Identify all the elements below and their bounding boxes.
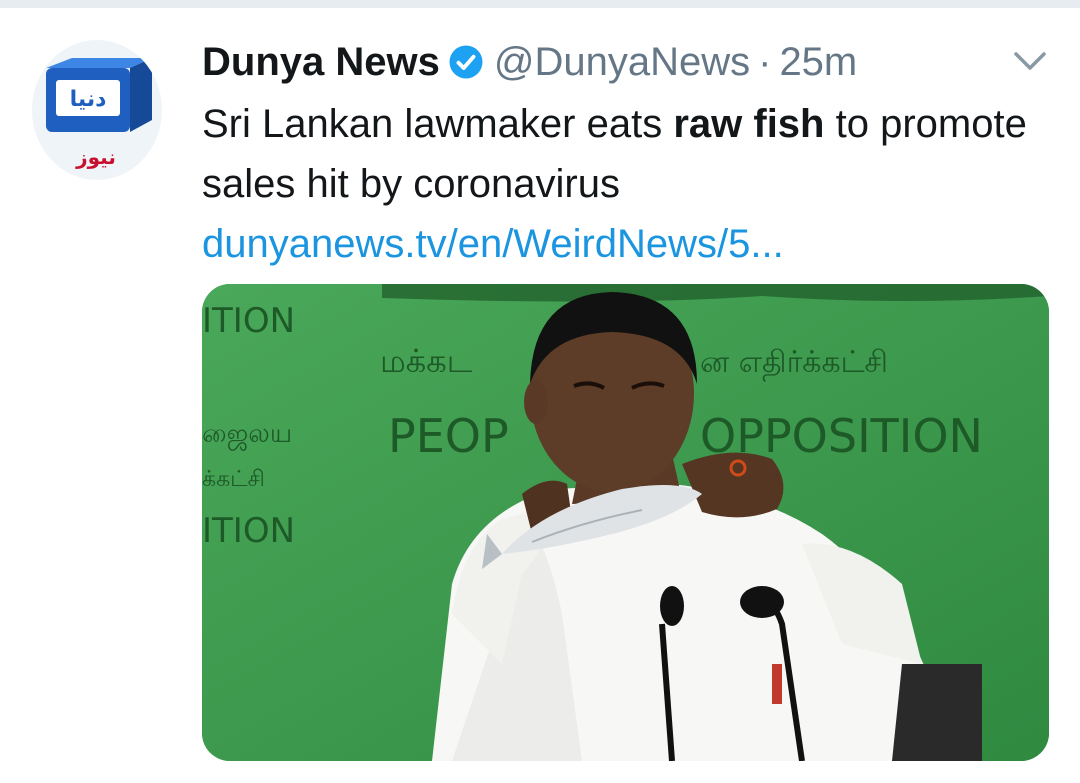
tweet-text: Sri Lankan lawmaker eats raw fish to pro…	[202, 94, 1042, 274]
tweet-link[interactable]: dunyanews.tv/en/WeirdNews/5...	[202, 222, 784, 266]
tweet-media-photo[interactable]: ITION மக்கட ன எதிர்க்கட்சி ஜைலய PEOP OPP…	[202, 284, 1049, 761]
tweet-text-part-1: Sri Lankan lawmaker eats	[202, 102, 674, 146]
chevron-down-icon[interactable]	[1010, 46, 1050, 74]
dunya-logo: دنیا نیوز	[46, 58, 152, 169]
separator-dot: ·	[758, 39, 772, 84]
verified-badge-icon	[449, 45, 483, 79]
top-divider	[0, 0, 1080, 8]
backdrop-text-8: ITION	[202, 511, 295, 551]
backdrop-text-2: மக்கட	[380, 342, 473, 380]
avatar-logo-text: دنیا	[70, 87, 107, 112]
backdrop-text-3: ன எதிர்க்கட்சி	[700, 345, 888, 382]
avatar[interactable]: دنیا نیوز	[32, 40, 162, 180]
tweet-header: Dunya News @DunyaNews · 25m	[202, 38, 857, 86]
tweet-text-bold: raw fish	[673, 102, 825, 146]
display-name[interactable]: Dunya News	[202, 40, 440, 85]
tweet-timestamp[interactable]: 25m	[779, 40, 857, 85]
user-handle[interactable]: @DunyaNews	[494, 40, 750, 85]
press-conference-photo: ITION மக்கட ன எதிர்க்கட்சி ஜைலய PEOP OPP…	[202, 284, 1049, 761]
avatar-subtext: نیوز	[75, 145, 116, 169]
backdrop-text-7: க்கட்சி	[202, 467, 265, 492]
backdrop-text-4: ஜைலய	[202, 419, 292, 451]
backdrop-text-1: ITION	[202, 301, 295, 341]
backdrop-text-5: PEOP	[388, 409, 509, 463]
